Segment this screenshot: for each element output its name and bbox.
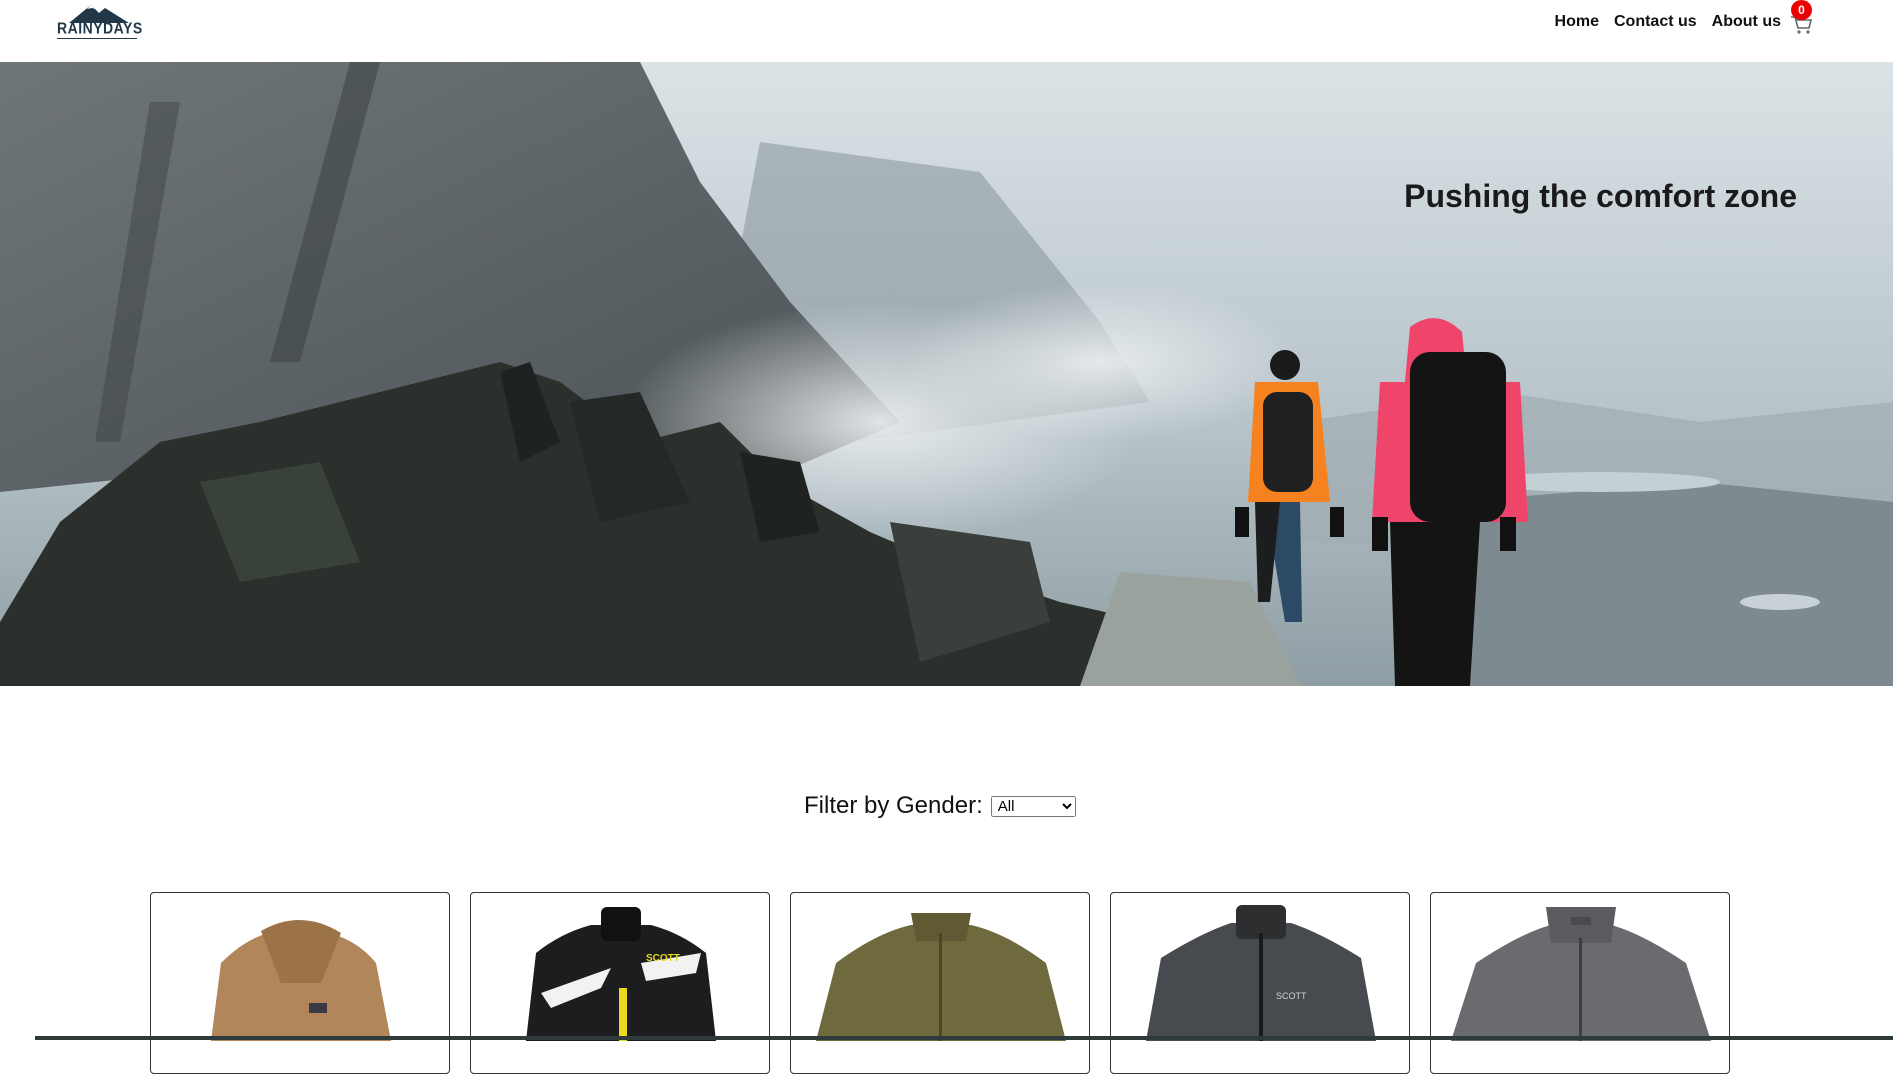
product-card[interactable] xyxy=(1430,892,1730,1074)
page-bottom-bar xyxy=(35,1036,1893,1040)
olive-fleece-jacket-image xyxy=(816,913,1066,1041)
hero-title: Pushing the comfort zone xyxy=(1404,178,1797,214)
grey-rain-jacket-image xyxy=(1451,907,1711,1041)
black-scott-ski-jacket-image: SCOTT xyxy=(526,907,716,1041)
nav-home-link[interactable]: Home xyxy=(1555,13,1599,31)
site-header: RAINYDAYS Home Contact us About us 0 xyxy=(0,0,1893,62)
hero-banner: Pushing the comfort zone xyxy=(0,62,1893,686)
cart-count-badge: 0 xyxy=(1791,0,1812,20)
product-grid: SCOTT SCOTT xyxy=(150,892,1730,1074)
gender-filter: Filter by Gender: All xyxy=(804,792,1076,820)
product-card[interactable]: SCOTT xyxy=(470,892,770,1074)
product-card[interactable] xyxy=(790,892,1090,1074)
filter-label: Filter by Gender: xyxy=(804,792,983,819)
rainydays-logo[interactable]: RAINYDAYS xyxy=(55,3,143,41)
grey-scott-softshell-jacket-image: SCOTT xyxy=(1146,905,1376,1041)
product-card[interactable]: SCOTT xyxy=(1110,892,1410,1074)
teddy-fleece-jacket-image xyxy=(211,919,391,1041)
hero-mountain-image xyxy=(0,62,1893,686)
logo-underline xyxy=(57,38,137,39)
svg-text:SCOTT: SCOTT xyxy=(646,953,680,964)
product-card[interactable] xyxy=(150,892,450,1074)
main-nav: Home Contact us About us xyxy=(1555,13,1781,31)
svg-text:SCOTT: SCOTT xyxy=(1276,991,1307,1001)
nav-about-link[interactable]: About us xyxy=(1712,13,1781,31)
nav-contact-link[interactable]: Contact us xyxy=(1614,13,1697,31)
gender-select[interactable]: All xyxy=(990,795,1076,817)
logo-text: RAINYDAYS xyxy=(57,19,143,37)
